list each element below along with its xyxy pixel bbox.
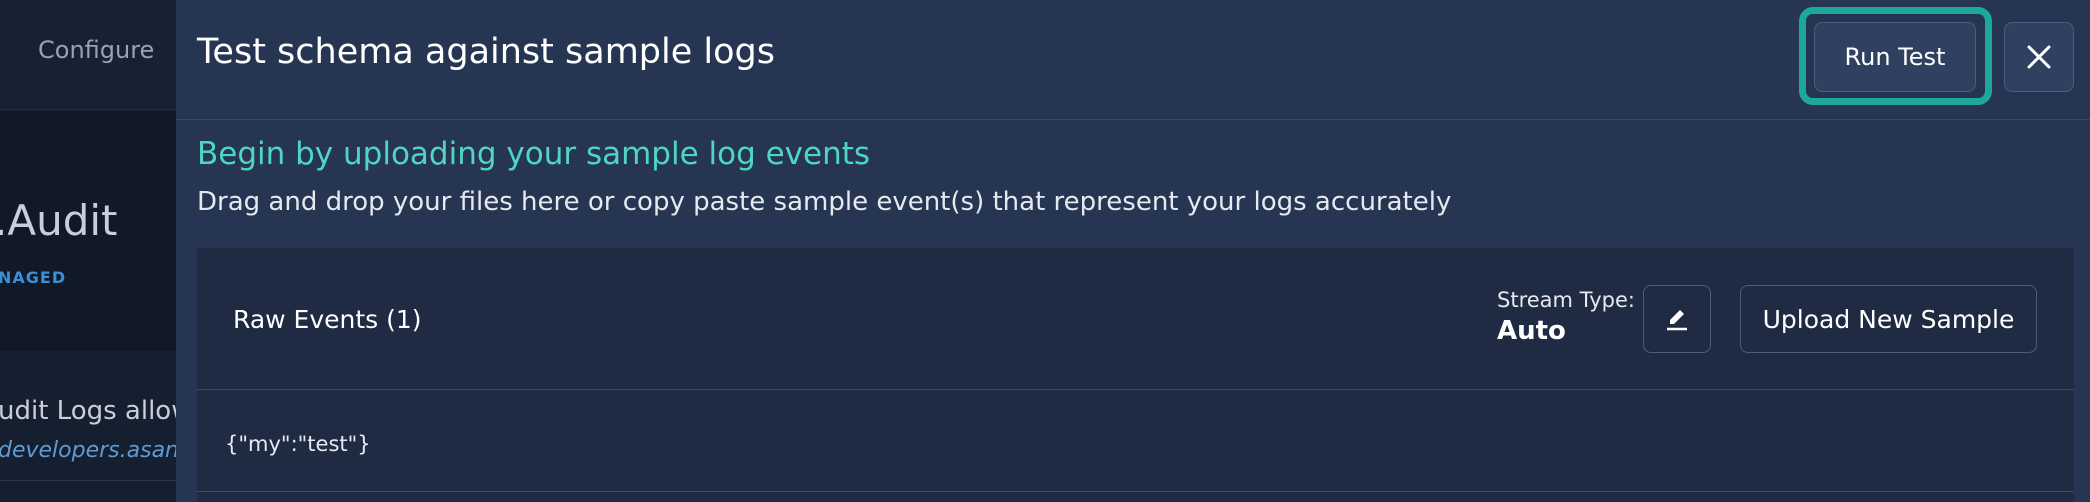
source-title: .Audit xyxy=(0,196,118,245)
raw-events-label: Raw Events (1) xyxy=(233,305,422,334)
pencil-icon xyxy=(1667,310,1687,331)
stream-type-label: Stream Type: xyxy=(1497,288,1635,312)
drawer-header: Test schema against sample logs Run Test xyxy=(176,0,2090,120)
edit-stream-type-button[interactable] xyxy=(1643,285,1711,353)
run-test-label: Run Test xyxy=(1844,43,1946,71)
nav-item-configure[interactable]: Configure xyxy=(38,36,154,64)
managed-badge: NAGED xyxy=(0,268,67,287)
background-divider xyxy=(0,480,176,481)
drawer-title: Test schema against sample logs xyxy=(197,32,775,72)
background-page: Configure .Audit NAGED udit Logs allows … xyxy=(0,0,176,502)
events-divider xyxy=(197,491,2074,492)
raw-events-header: Raw Events (1) Stream Type: Auto Upload … xyxy=(197,248,2074,390)
upload-intro-heading: Begin by uploading your sample log event… xyxy=(197,136,871,172)
close-button[interactable] xyxy=(2004,22,2074,92)
upload-new-sample-button[interactable]: Upload New Sample xyxy=(1740,285,2037,353)
test-schema-drawer: Test schema against sample logs Run Test… xyxy=(176,0,2090,502)
close-icon xyxy=(2027,45,2051,69)
source-description: udit Logs allows xyxy=(0,396,176,426)
run-test-button[interactable]: Run Test xyxy=(1814,22,1976,92)
upload-intro-subtext: Drag and drop your files here or copy pa… xyxy=(197,187,1452,217)
upload-new-sample-label: Upload New Sample xyxy=(1762,304,2015,334)
background-top-nav: Configure xyxy=(0,0,176,110)
sample-event-line[interactable]: {"my":"test"} xyxy=(225,432,371,456)
source-docs-link[interactable]: developers.asana xyxy=(0,438,176,463)
stream-type-value: Auto xyxy=(1497,316,1566,346)
raw-events-panel[interactable]: Raw Events (1) Stream Type: Auto Upload … xyxy=(197,248,2074,502)
